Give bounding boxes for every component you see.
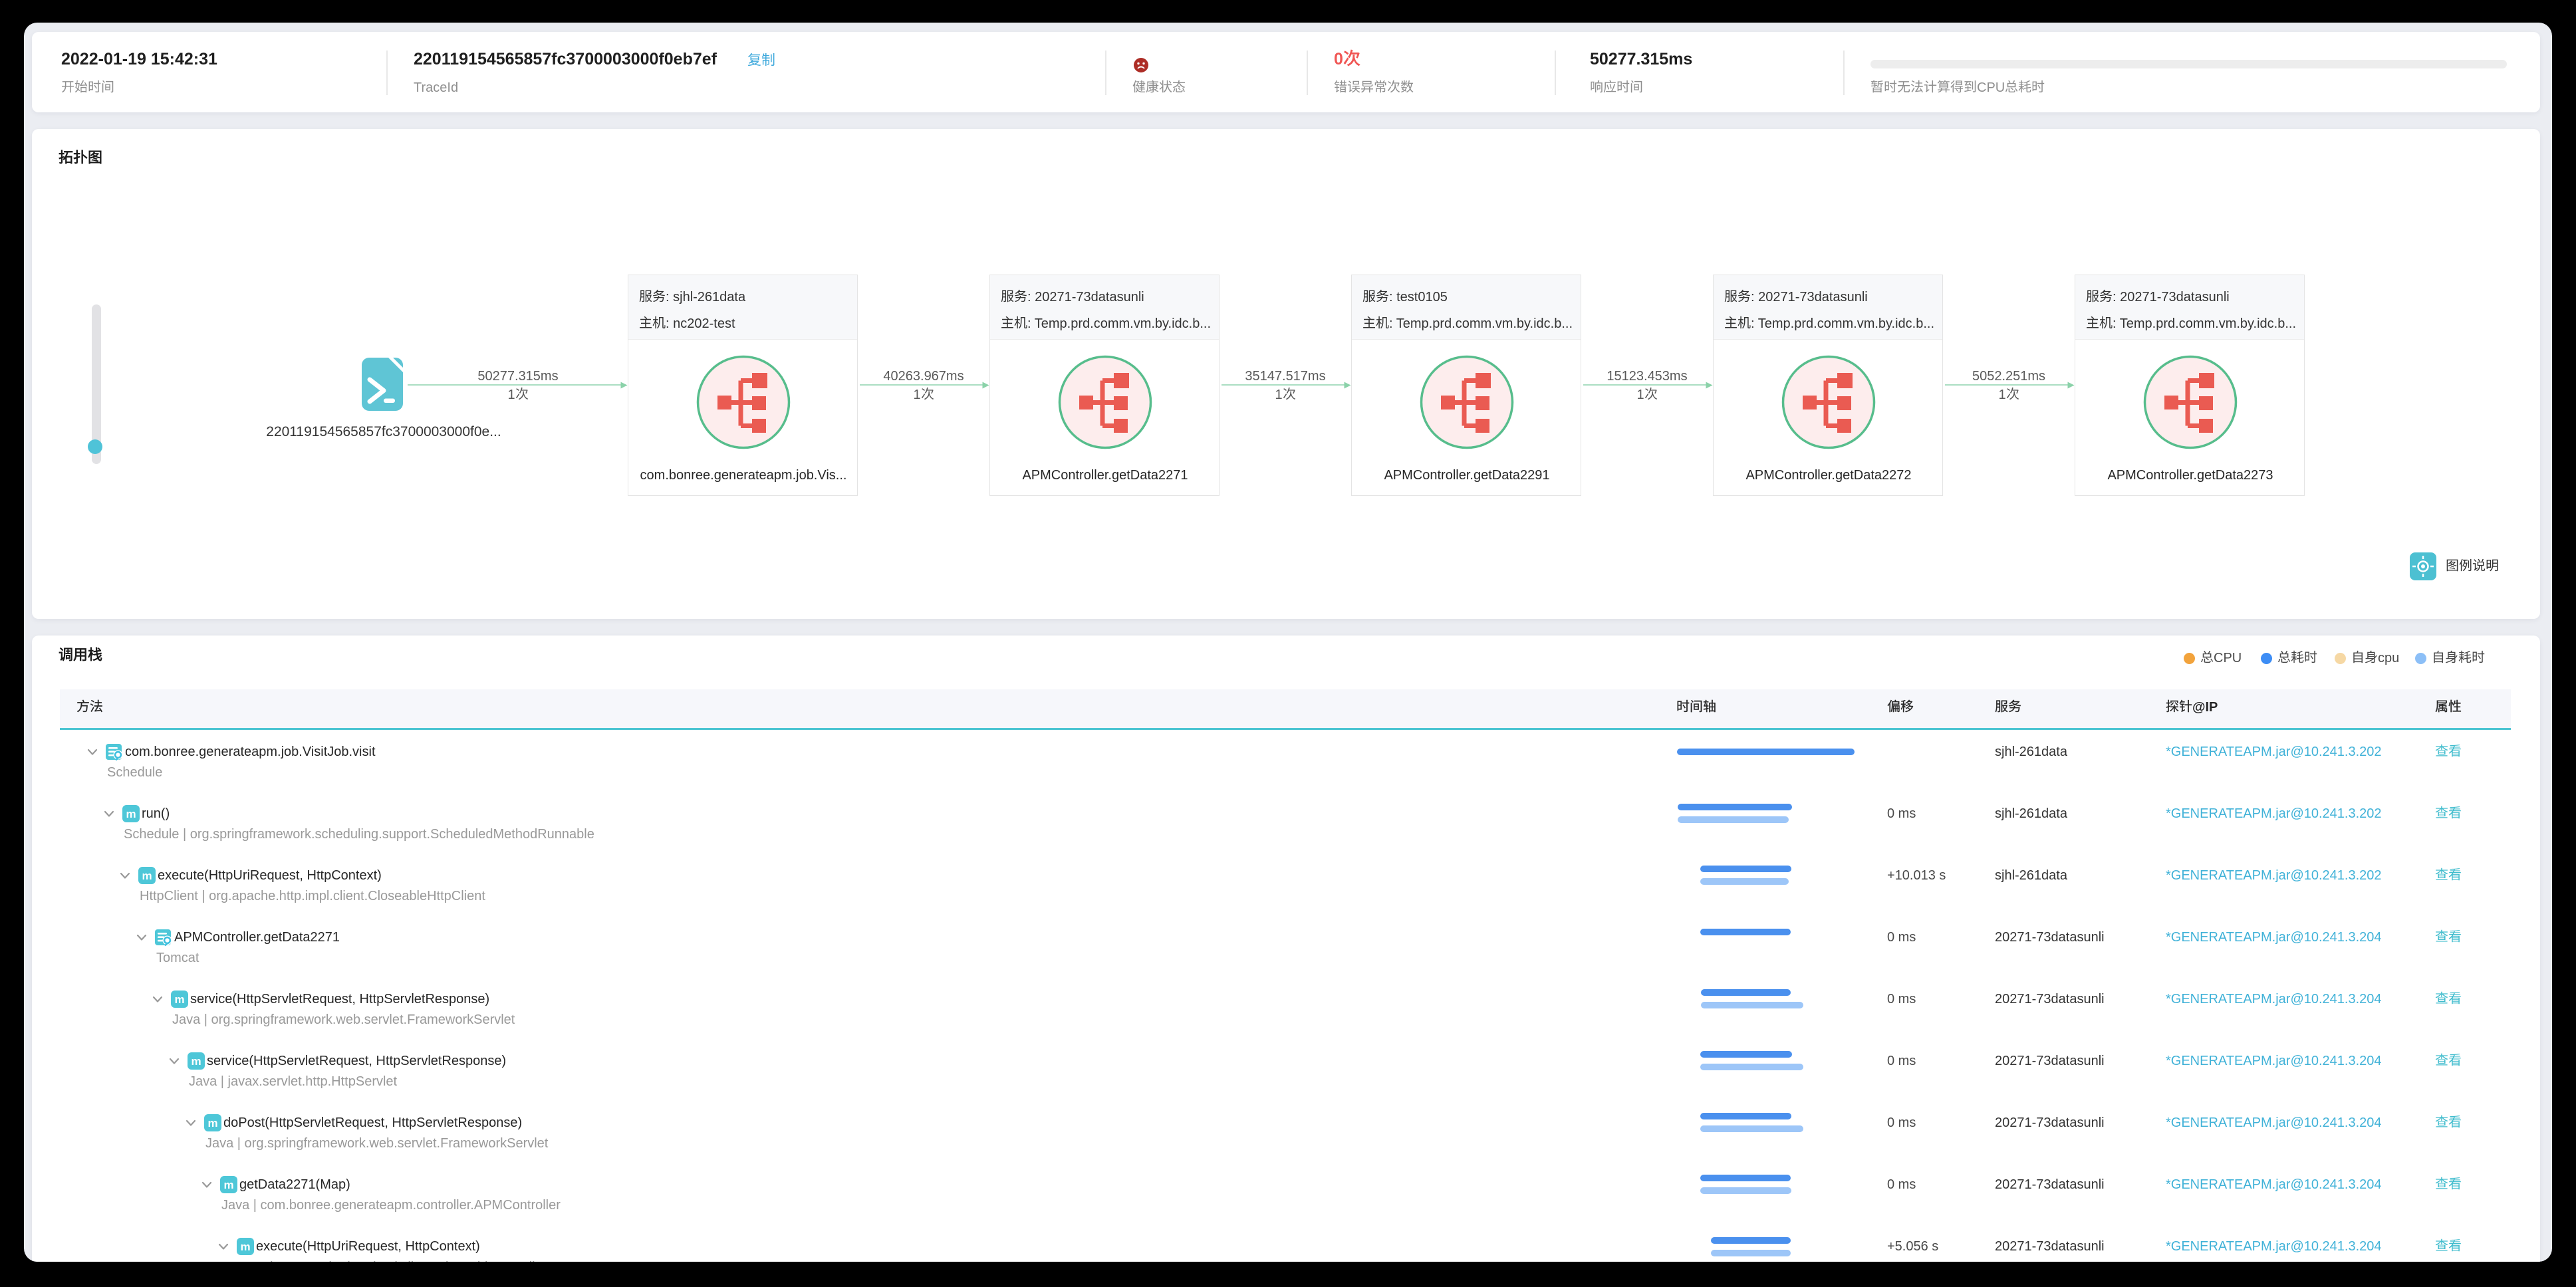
svg-text:m: m <box>174 993 184 1006</box>
svg-text:m: m <box>191 1055 201 1068</box>
svg-text:m: m <box>207 1117 217 1129</box>
svg-text:m: m <box>126 808 136 820</box>
svg-text:m: m <box>240 1240 250 1253</box>
svg-text:m: m <box>223 1179 233 1191</box>
svg-text:m: m <box>142 870 152 882</box>
